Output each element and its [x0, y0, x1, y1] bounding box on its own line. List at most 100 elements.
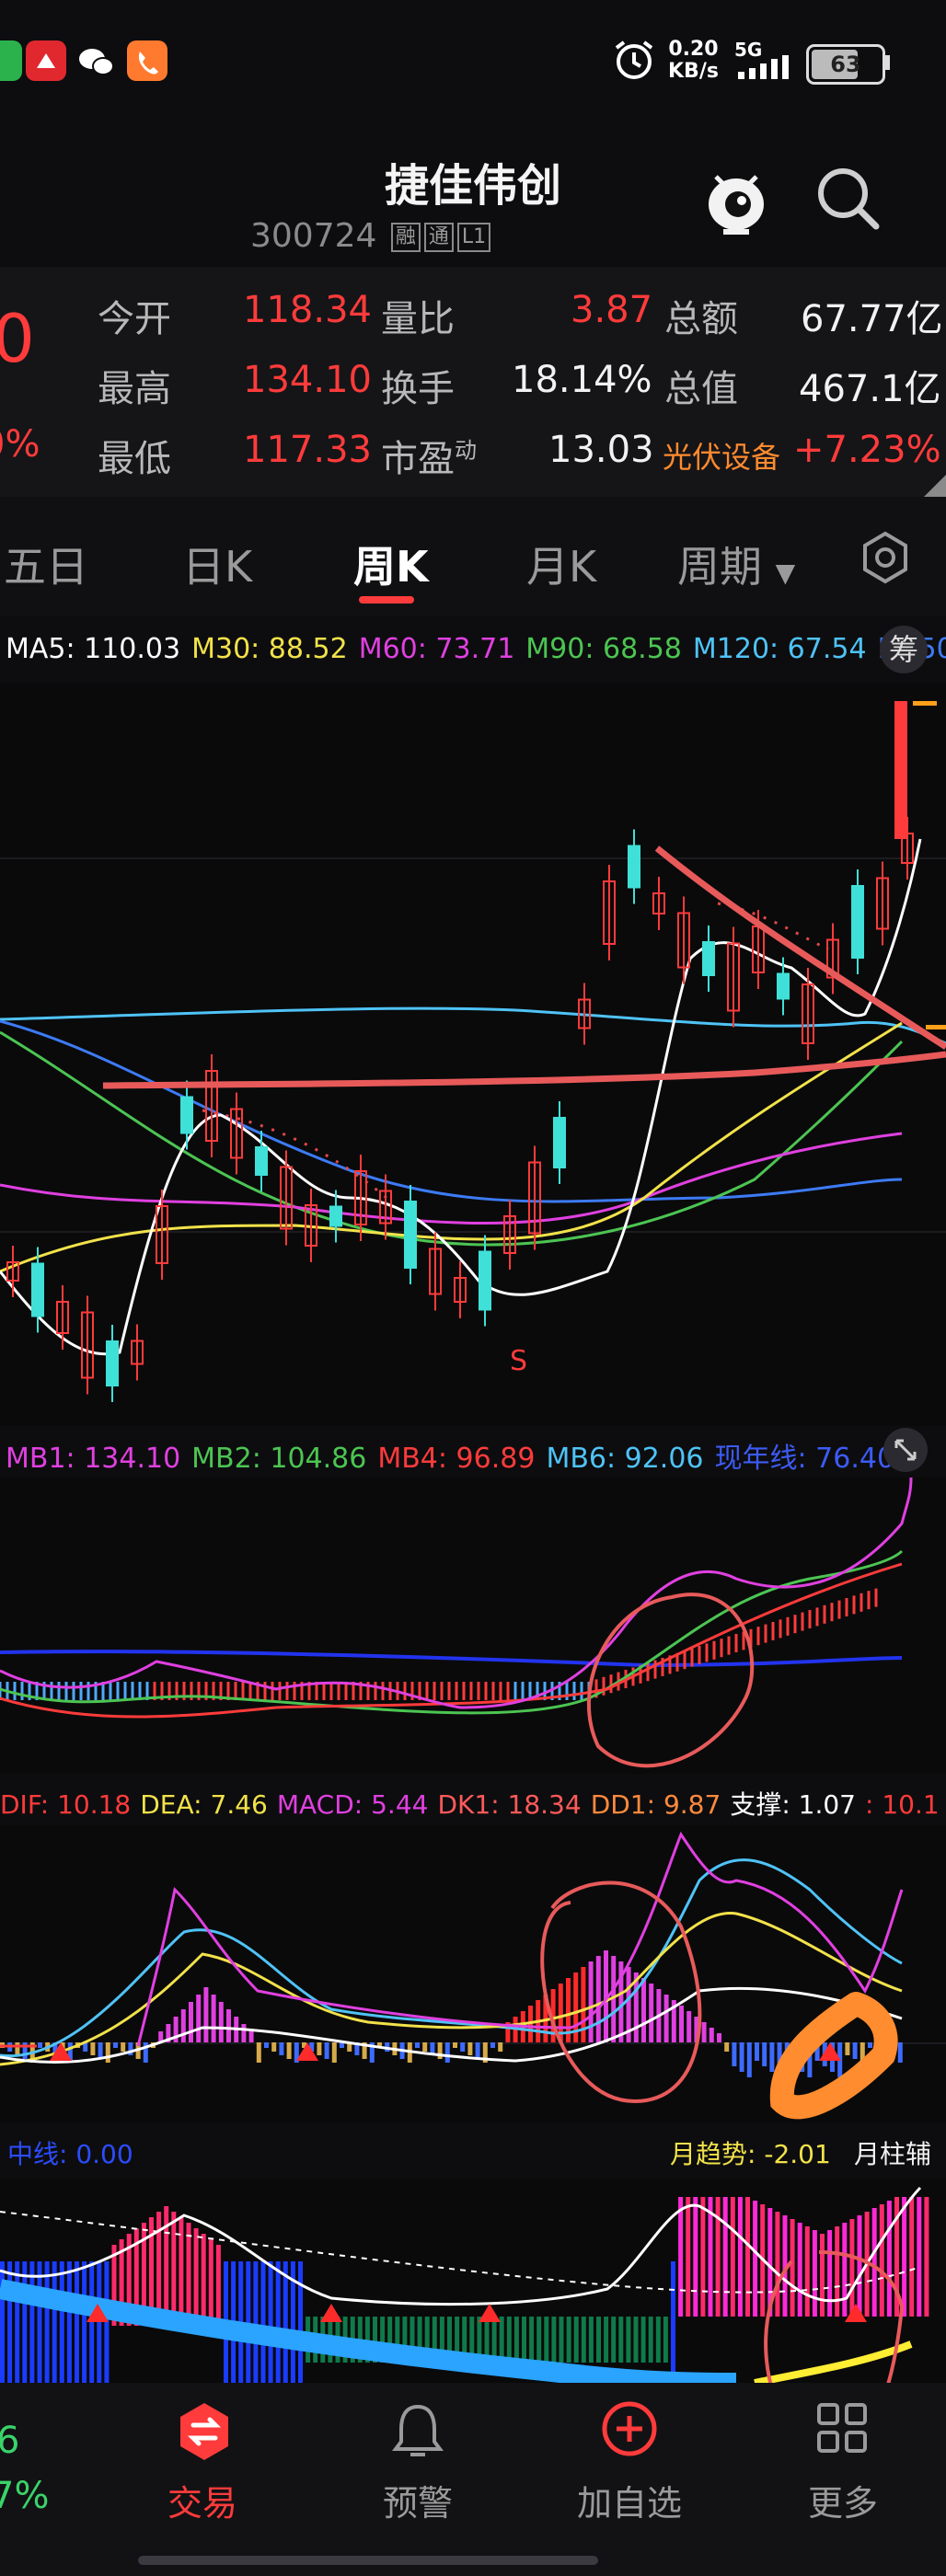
trend-bar [82, 2261, 87, 2383]
trend-bar [775, 2212, 780, 2317]
macd-bar [203, 1987, 209, 2042]
expand-icon[interactable] [883, 1428, 928, 1472]
trend-bar [179, 2217, 184, 2326]
trend-bar [648, 2317, 653, 2363]
connect-tag: 通 [423, 223, 454, 252]
wechat-icon [75, 40, 116, 81]
tab-weekly-k[interactable]: 周K [353, 534, 429, 594]
trend-bar [544, 2317, 549, 2363]
turnover-amount-label: 总额 [664, 298, 738, 340]
kline-chart [0, 701, 946, 1402]
mb-legend-item: 现年线: 76.40 [714, 1443, 895, 1475]
open-value: 118.34 [243, 289, 372, 331]
macd-bar [98, 2042, 103, 2059]
macd-bar [271, 2042, 277, 2052]
pe-label: 市盈动 [381, 437, 477, 480]
change-fragment: 0% [0, 423, 40, 466]
search-icon[interactable] [813, 164, 883, 234]
bottom-nav: 6 7% 交易 预警 加自选 更多 [0, 2383, 946, 2576]
trend-bar [596, 2317, 601, 2363]
robot-assistant-icon[interactable] [699, 162, 773, 236]
macd-legend-bar: DIF: 10.18 DEA: 7.46 MACD: 5.44 DK1: 18.34 D… [0, 1774, 946, 1825]
trend-bar [879, 2204, 884, 2317]
macd-bar [581, 1967, 586, 2042]
trend-bar [275, 2261, 281, 2383]
trend-bar [559, 2317, 564, 2363]
macd-bar [226, 2009, 231, 2042]
macd-bar [717, 2033, 721, 2042]
macd-bar [196, 1995, 202, 2042]
mb-chart [0, 1478, 913, 1768]
macd-bar [897, 2042, 903, 2063]
trend-legend-bar: 中线: 0.00 月趋势: -2.01 月柱辅 [0, 2123, 946, 2179]
trend-bar [753, 2201, 758, 2317]
market-cap-label: 总值 [664, 368, 738, 410]
trend-bar [260, 2261, 266, 2383]
trend-bar [871, 2208, 877, 2317]
trend-bar [790, 2219, 795, 2317]
macd-bar [180, 2009, 186, 2042]
trend-bar [566, 2317, 571, 2363]
monthly-trend-legend: 月趋势: -2.01 [670, 2139, 831, 2169]
trend-bar [253, 2261, 259, 2383]
trend-bar [246, 2261, 251, 2383]
high-label: 最高 [98, 368, 171, 410]
stock-header: 捷佳伟创 300724 融通 L1 [0, 120, 946, 267]
trend-bar [745, 2197, 750, 2317]
macd-bar [641, 1978, 646, 2042]
nav-trade-label: 交易 [167, 2483, 237, 2524]
macd-bar [845, 2042, 850, 2055]
macd-bar [762, 2042, 767, 2066]
trend-bar [686, 2197, 691, 2317]
trend-bar [201, 2234, 206, 2326]
macd-bar [755, 2042, 759, 2061]
mb-legend-item: MB6: 92.06 [546, 1443, 704, 1475]
macd-legend-item: DEA: 7.46 [140, 1789, 268, 1820]
stock-code-line: 300724 融通 L1 [250, 217, 491, 255]
high-value: 134.10 [243, 359, 372, 401]
sell-marker: S [510, 1345, 528, 1377]
candle [851, 885, 864, 959]
trend-bar [886, 2201, 892, 2317]
sector-link[interactable]: 光伏设备 [663, 434, 780, 477]
trend-bar [66, 2261, 72, 2383]
trend-bar [857, 2215, 862, 2317]
trend-bar [663, 2317, 668, 2363]
stock-code: 300724 [250, 217, 377, 255]
macd-bar [324, 2042, 329, 2059]
level1-tag: L1 [456, 223, 491, 252]
settings-icon[interactable] [858, 530, 913, 585]
mb-legend-item: MB4: 96.89 [377, 1443, 536, 1475]
tab-five-day[interactable]: 五日 [4, 534, 88, 594]
macd-bar [709, 2028, 714, 2042]
tab-daily-k[interactable]: 日K [182, 534, 252, 594]
mb-legend: MB1: 134.10 MB2: 104.86 MB4: 96.89 MB6: 92.… [6, 1435, 906, 1476]
turnover-rate-value: 18.14% [512, 359, 652, 401]
trend-bar [730, 2197, 735, 2317]
ma-legend-item: M90: 68.58 [525, 633, 682, 665]
macd-bar [498, 2042, 503, 2052]
trend-bar [536, 2317, 542, 2363]
macd-bar [769, 2042, 775, 2072]
kline-panel: S [0, 683, 946, 1426]
macd-bar [475, 2042, 480, 2059]
macd-bar [415, 2042, 420, 2048]
network-speed-unit: KB/s [668, 60, 719, 83]
candle [329, 1205, 342, 1227]
trend-bar [812, 2230, 817, 2317]
chips-button[interactable]: 筹 [880, 626, 928, 673]
trend-bar [522, 2317, 526, 2363]
macd-bar [90, 2042, 96, 2055]
tab-monthly-k[interactable]: 月K [526, 534, 596, 594]
tab-period[interactable]: 周期 ▼ [677, 534, 795, 594]
trend-bar [215, 2245, 221, 2326]
grid-icon [817, 2403, 867, 2453]
macd-bar [663, 1995, 669, 2042]
trend-bar [678, 2197, 684, 2317]
candle [106, 1340, 119, 1386]
macd-bar [113, 2042, 118, 2048]
trend-bar [29, 2261, 35, 2383]
ma-legend-item: M120: 67.54 [692, 633, 867, 665]
bell-icon [392, 2404, 444, 2456]
trade-icon [180, 2403, 228, 2460]
